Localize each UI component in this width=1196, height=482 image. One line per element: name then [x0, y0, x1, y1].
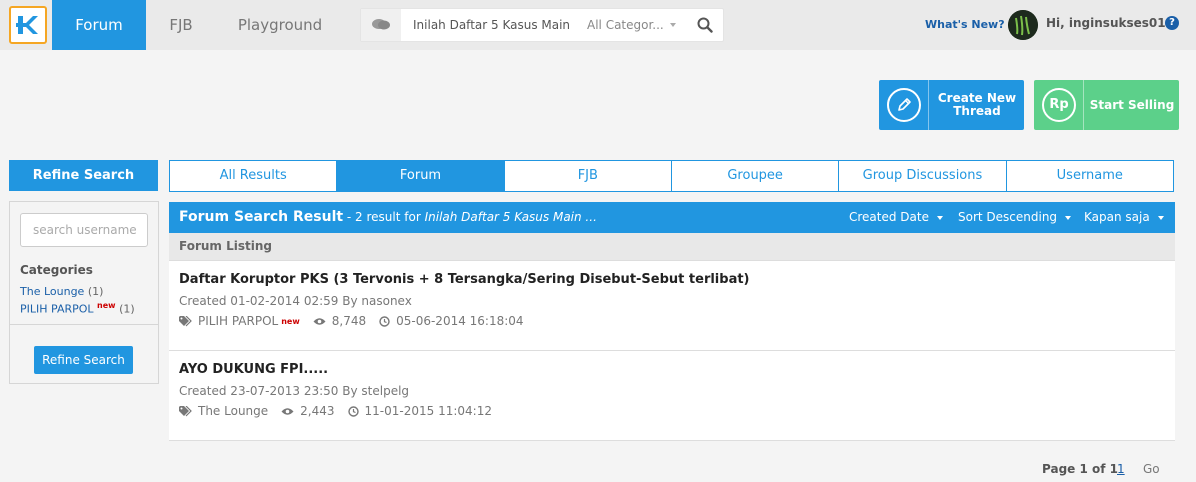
filter-label: Created Date [849, 210, 929, 224]
refine-search-title: Refine Search [9, 160, 158, 191]
thread-created: Created 23-07-2013 23:50 By stelpelg [179, 384, 410, 398]
clock-glyph [347, 405, 359, 417]
pencil-icon [887, 88, 921, 122]
selling-icon-area: Rp [1034, 80, 1084, 130]
results-summary: - 2 result for Inilah Daftar 5 Kasus Mai… [343, 210, 597, 224]
forum-listing-label: Forum Listing [169, 233, 1175, 261]
tag-icon [179, 315, 192, 327]
results-title: Forum Search Result - 2 result for Inila… [179, 209, 597, 225]
results-title-text: Forum Search Result [179, 209, 344, 225]
chevron-down-icon [937, 215, 943, 220]
refine-search-panel: Categories The Lounge (1) PILIH PARPOL n… [9, 201, 159, 384]
sort-order-filter[interactable]: Sort Descending [958, 210, 1072, 224]
thread-category[interactable]: The Lounge [198, 404, 268, 418]
avatar[interactable] [1008, 10, 1038, 40]
clock-icon [347, 405, 359, 417]
thread-views: 2,443 [300, 404, 335, 418]
tab-forum[interactable]: Forum [337, 161, 505, 191]
search-icon [697, 17, 713, 33]
chevron-down-icon [670, 23, 676, 27]
new-badge: new [97, 301, 116, 310]
start-selling-label: Start Selling [1089, 97, 1175, 112]
eye-glyph [313, 317, 326, 325]
thread-row: Daftar Koruptor PKS (3 Tervonis + 8 Ters… [169, 261, 1175, 351]
tag-glyph [179, 315, 192, 326]
results-count-text: - 2 result for [343, 210, 425, 224]
eye-glyph [281, 407, 294, 415]
filter-label: Kapan saja [1084, 210, 1150, 224]
thread-category[interactable]: PILIH PARPOL [198, 314, 278, 328]
divider [10, 324, 158, 325]
search-bar: Inilah Daftar 5 Kasus Main All Categor..… [360, 8, 724, 42]
category-item[interactable]: PILIH PARPOL new (1) [20, 301, 135, 316]
page-go-button[interactable]: Go [1143, 462, 1160, 476]
create-thread-label-line1: Create New [937, 91, 1017, 105]
tag-icon [179, 405, 192, 417]
clock-glyph [379, 315, 390, 327]
create-thread-label: Create New Thread [930, 80, 1024, 130]
page-link-1[interactable]: 1 [1117, 462, 1125, 476]
search-button[interactable] [697, 17, 713, 37]
top-navbar: Forum FJB Playground Inilah Daftar 5 Kas… [0, 0, 1196, 50]
thread-views: 8,748 [331, 314, 367, 328]
result-tabs: All Results Forum FJB Groupee Group Disc… [169, 160, 1174, 192]
create-new-thread-button[interactable]: Create New Thread [879, 80, 1024, 130]
username-search-input[interactable] [20, 213, 148, 247]
tab-username[interactable]: Username [1007, 161, 1173, 191]
whats-new-link[interactable]: What's New? [925, 18, 1005, 31]
chat-toggle[interactable] [361, 9, 401, 41]
thread-meta: The Lounge 2,443 11-01-2015 11:04:12 [179, 404, 492, 418]
category-count: (1) [119, 302, 135, 316]
thread-title[interactable]: Daftar Koruptor PKS (3 Tervonis + 8 Ters… [179, 272, 750, 287]
help-icon[interactable]: ? [1165, 16, 1179, 30]
user-avatar-image [1008, 10, 1038, 40]
results-header: Forum Search Result - 2 result for Inila… [169, 202, 1175, 233]
nav-tab-playground[interactable]: Playground [220, 0, 340, 50]
chat-bubbles-icon [372, 19, 390, 30]
tab-fjb[interactable]: FJB [505, 161, 672, 191]
nav-tab-fjb[interactable]: FJB [146, 0, 216, 50]
category-label[interactable]: PILIH PARPOL [20, 303, 94, 316]
kaskus-logo[interactable] [9, 6, 47, 44]
chevron-down-icon [1065, 215, 1072, 220]
thread-last-post: 05-06-2014 16:18:04 [396, 314, 524, 328]
clock-icon [379, 315, 390, 327]
thread-last-post: 11-01-2015 11:04:12 [364, 404, 492, 418]
thread-row: AYO DUKUNG FPI..... Created 23-07-2013 2… [169, 351, 1175, 441]
user-greeting[interactable]: Hi, inginsukses01 [1046, 16, 1166, 30]
logo-k-icon [16, 16, 38, 34]
thread-meta: PILIH PARPOL new 8,748 05-06-2014 16:18:… [179, 314, 524, 328]
tab-groupee[interactable]: Groupee [672, 161, 840, 191]
tag-glyph [179, 405, 192, 416]
new-badge: new [281, 316, 300, 326]
tab-group-discussions[interactable]: Group Discussions [839, 161, 1007, 191]
start-selling-button[interactable]: Rp Start Selling [1034, 80, 1179, 130]
category-label[interactable]: The Lounge [20, 285, 84, 298]
category-select[interactable]: All Categor... [587, 18, 664, 32]
categories-heading: Categories [20, 263, 93, 277]
tab-all-results[interactable]: All Results [170, 161, 338, 191]
create-thread-icon-area [879, 80, 929, 130]
category-count: (1) [87, 285, 104, 298]
thread-created: Created 01-02-2014 02:59 By nasonex [179, 294, 412, 308]
category-item[interactable]: The Lounge (1) [20, 285, 103, 298]
page-indicator: Page 1 of 1 [1042, 462, 1118, 476]
eye-icon [281, 407, 294, 416]
nav-tab-forum[interactable]: Forum [52, 0, 146, 50]
created-date-filter[interactable]: Created Date [849, 210, 943, 224]
results-query: Inilah Daftar 5 Kasus Main ... [424, 210, 597, 224]
time-range-filter[interactable]: Kapan saja [1084, 210, 1164, 224]
filter-label: Sort Descending [958, 210, 1058, 224]
search-input[interactable]: Inilah Daftar 5 Kasus Main [413, 18, 570, 32]
create-thread-label-line2: Thread [953, 104, 1001, 118]
thread-title[interactable]: AYO DUKUNG FPI..... [179, 362, 328, 377]
refine-search-button[interactable]: Refine Search [34, 346, 133, 374]
pencil-glyph [898, 98, 911, 111]
rupiah-icon: Rp [1042, 88, 1076, 122]
eye-icon [313, 317, 326, 326]
chevron-down-icon [1157, 215, 1164, 220]
